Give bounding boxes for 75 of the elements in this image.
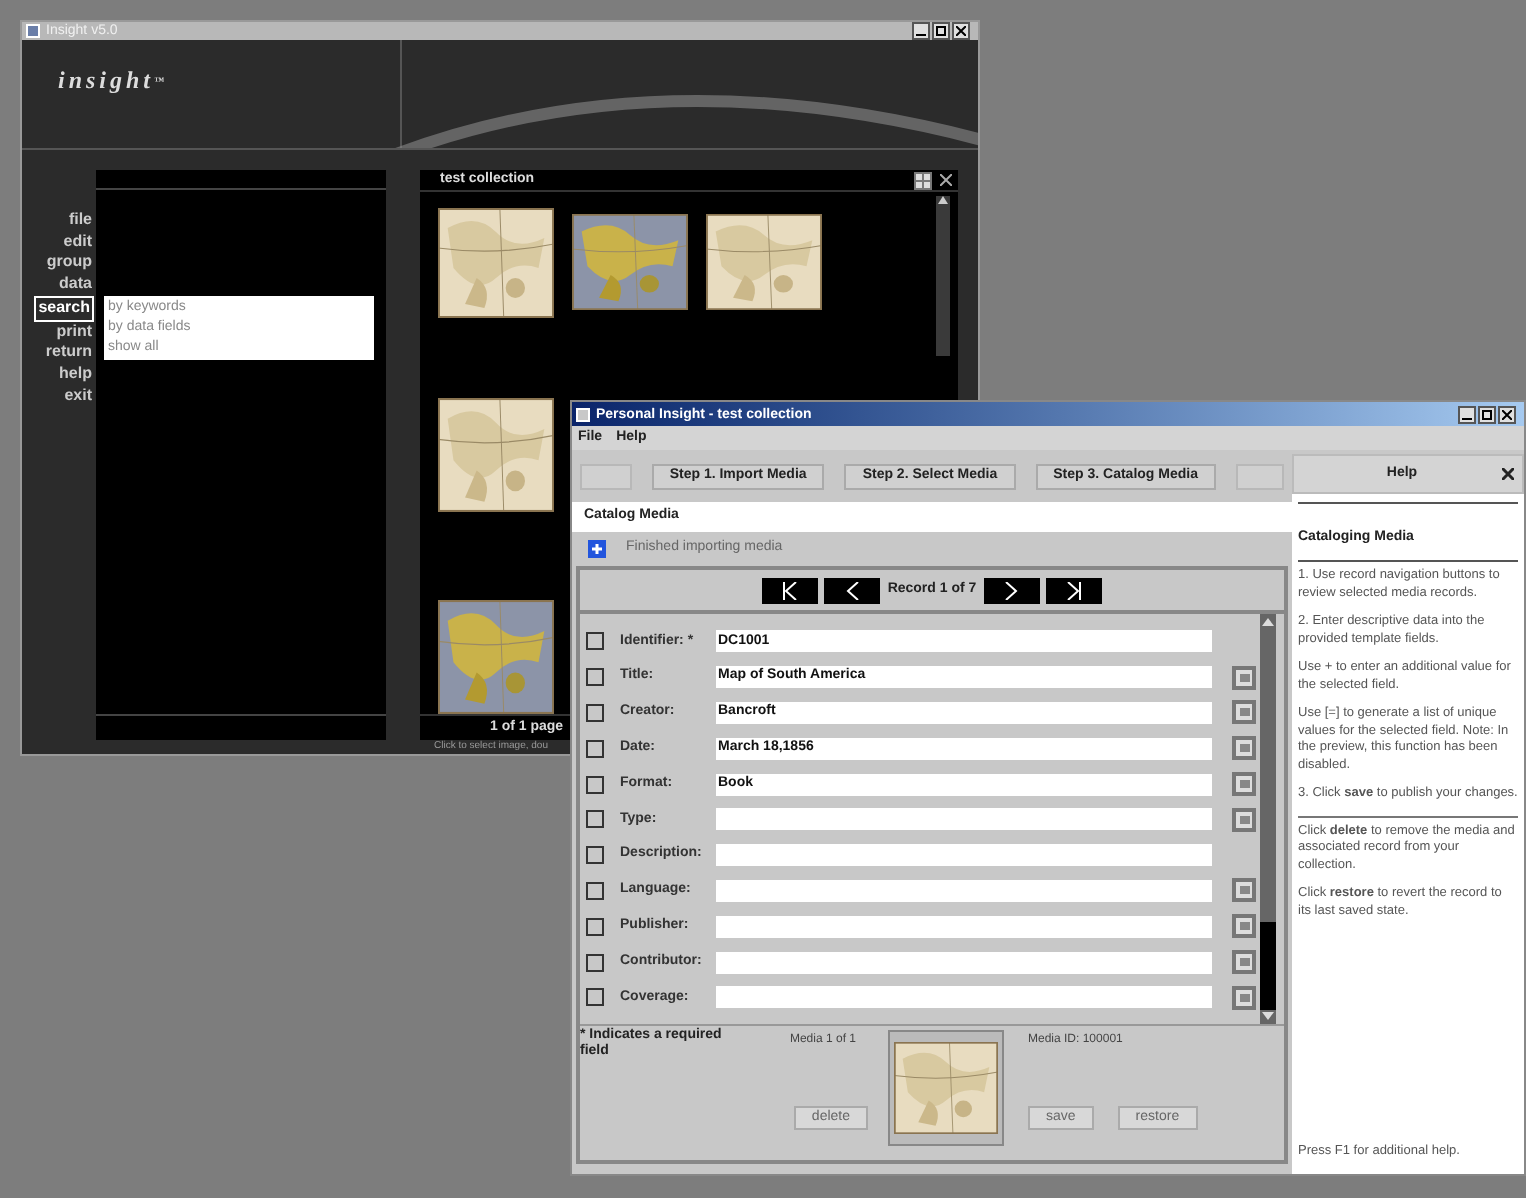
last-record-icon xyxy=(1066,581,1083,599)
input-field[interactable] xyxy=(716,808,1212,831)
first-record-icon xyxy=(781,581,798,599)
checkbox[interactable] xyxy=(586,775,604,794)
scroll-thumb[interactable] xyxy=(1260,922,1276,1010)
nav-menu-item[interactable]: print xyxy=(54,321,94,343)
next-record-icon xyxy=(1004,581,1021,599)
value-list-button[interactable] xyxy=(1232,914,1256,939)
maximize-button[interactable] xyxy=(1478,405,1496,423)
next-record-button[interactable] xyxy=(984,577,1041,603)
value-list-button[interactable] xyxy=(1232,736,1256,761)
maximize-icon xyxy=(1482,409,1492,419)
scroll-up-icon xyxy=(1260,614,1276,628)
value-list-button[interactable] xyxy=(1232,665,1256,690)
list-icon xyxy=(1239,744,1249,753)
input-field[interactable] xyxy=(716,915,1212,938)
previous-record-button[interactable] xyxy=(823,577,880,603)
list-icon xyxy=(1239,993,1249,1002)
nav-menu-item[interactable]: search xyxy=(34,295,94,322)
value-list-button[interactable] xyxy=(1232,772,1256,797)
nav-menu-item[interactable]: data xyxy=(57,274,94,296)
checkbox[interactable] xyxy=(586,703,604,722)
close-icon[interactable] xyxy=(1502,468,1514,480)
scrollbar[interactable] xyxy=(1260,614,1276,1024)
list-icon xyxy=(1239,780,1249,789)
checkbox[interactable] xyxy=(586,988,604,1007)
value-list-button[interactable] xyxy=(1232,700,1256,725)
input-field[interactable] xyxy=(716,844,1212,867)
last-record-button[interactable] xyxy=(1046,577,1103,603)
nav-menu-item[interactable]: edit xyxy=(61,231,94,253)
app-icon xyxy=(26,24,40,38)
nav-menu-item[interactable]: group xyxy=(44,252,94,275)
checkbox[interactable] xyxy=(586,881,604,900)
list-icon xyxy=(1239,708,1249,717)
checkbox[interactable] xyxy=(586,632,604,651)
list-icon xyxy=(1239,815,1249,824)
nav-menu-item[interactable]: return xyxy=(43,342,94,364)
nav-menu-item[interactable]: file xyxy=(66,210,94,232)
input-field[interactable] xyxy=(716,879,1212,902)
scroll-up-icon xyxy=(938,196,948,204)
list-icon xyxy=(1239,958,1249,967)
list-icon xyxy=(1239,922,1249,931)
close-icon xyxy=(1502,409,1512,419)
previous-record-icon xyxy=(843,581,860,599)
input-field[interactable] xyxy=(716,986,1212,1009)
app-icon xyxy=(576,407,590,421)
value-list-button[interactable] xyxy=(1232,807,1256,832)
value-list-button[interactable] xyxy=(1232,878,1256,903)
minimize-button[interactable] xyxy=(1458,405,1476,423)
maximize-icon xyxy=(936,26,946,36)
nav-menu-item[interactable]: exit xyxy=(62,385,94,407)
list-icon xyxy=(1239,673,1249,682)
close-icon[interactable] xyxy=(940,174,952,186)
checkbox[interactable] xyxy=(586,917,604,936)
checkbox[interactable] xyxy=(586,739,604,758)
insight-logo: insight$^{™}$ xyxy=(58,66,169,94)
input-field[interactable] xyxy=(716,951,1212,974)
grid-icon xyxy=(916,173,930,187)
close-icon xyxy=(956,26,966,36)
close-button[interactable] xyxy=(952,22,970,40)
value-list-button[interactable] xyxy=(1232,950,1256,975)
checkbox[interactable] xyxy=(586,810,604,829)
maximize-button[interactable] xyxy=(932,22,950,40)
checkbox[interactable] xyxy=(586,953,604,972)
grid-view-button[interactable] xyxy=(914,171,932,189)
add-icon xyxy=(588,540,606,558)
checkbox[interactable] xyxy=(586,846,604,865)
list-icon xyxy=(1239,886,1249,895)
checkbox[interactable] xyxy=(586,668,604,687)
nav-menu-item[interactable]: help xyxy=(57,363,94,386)
minimize-button[interactable] xyxy=(912,22,930,40)
value-list-button[interactable] xyxy=(1232,985,1256,1010)
close-button[interactable] xyxy=(1498,405,1516,423)
first-record-button[interactable] xyxy=(761,577,818,603)
scrollbar[interactable] xyxy=(936,196,950,356)
